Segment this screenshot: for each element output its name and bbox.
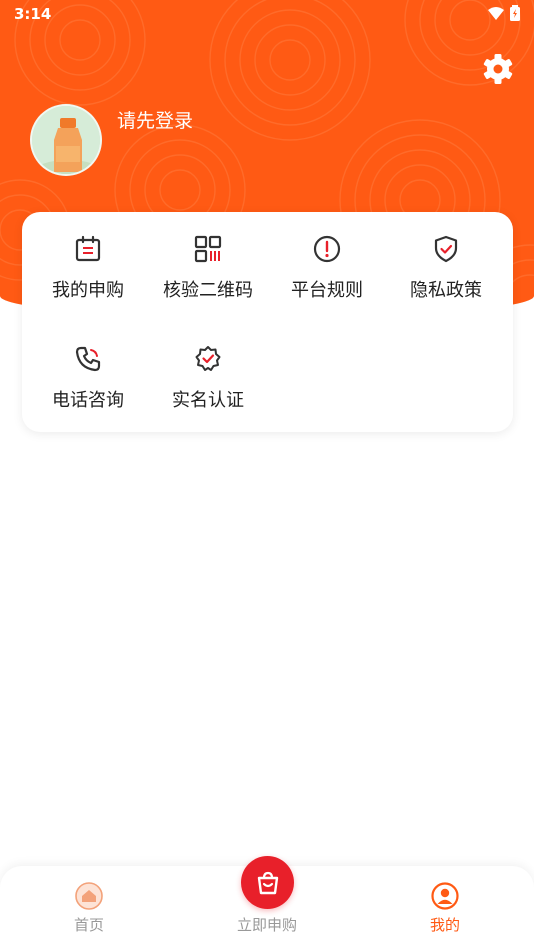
status-time: 3:14 [14,5,52,23]
tab-mine[interactable]: 我的 [405,866,485,950]
calendar-icon [75,235,101,262]
tab-buy-now-label: 立即申购 [236,916,297,934]
alert-circle-icon [313,235,341,263]
menu-item-label: 我的申购 [52,280,124,301]
status-icons [488,5,520,21]
menu-item-real-name-auth[interactable]: 实名认证 [149,322,267,412]
home-icon [75,882,103,910]
menu-item-label: 隐私政策 [410,280,482,301]
bottom-tab-bar: 首页 立即申购 我的 [0,856,534,950]
tab-mine-label: 我的 [429,916,460,934]
menu-item-label: 电话咨询 [52,390,124,411]
status-bar: 3:14 [0,0,534,28]
menu-item-label: 核验二维码 [163,280,253,301]
phone-icon [75,346,101,372]
shopping-bag-icon [257,871,278,894]
gear-icon [483,54,513,84]
menu-item-phone-consult[interactable]: 电话咨询 [29,322,147,412]
tab-home-label: 首页 [73,916,104,934]
battery-icon [510,5,520,21]
login-prompt[interactable]: 请先登录 [117,106,193,133]
tab-home[interactable]: 首页 [49,866,129,950]
menu-item-verify-qr[interactable]: 核验二维码 [149,212,267,302]
user-icon [431,882,459,910]
wifi-icon [488,6,504,20]
menu-item-label: 实名认证 [172,390,244,411]
menu-item-label: 平台规则 [291,280,363,301]
avatar[interactable] [30,104,102,176]
buy-now-button[interactable] [241,856,294,909]
settings-button[interactable] [481,52,515,86]
tab-buy-now[interactable]: 立即申购 [217,856,317,950]
menu-item-privacy-policy[interactable]: 隐私政策 [387,212,505,302]
qr-code-icon [194,235,222,263]
menu-card: 我的申购 核验二维码 平台规则 隐私政策 电话咨询 实名认证 [22,212,513,432]
verified-badge-icon [195,346,221,371]
menu-item-my-subscriptions[interactable]: 我的申购 [29,212,147,302]
shield-check-icon [434,235,458,263]
menu-item-platform-rules[interactable]: 平台规则 [268,212,386,302]
